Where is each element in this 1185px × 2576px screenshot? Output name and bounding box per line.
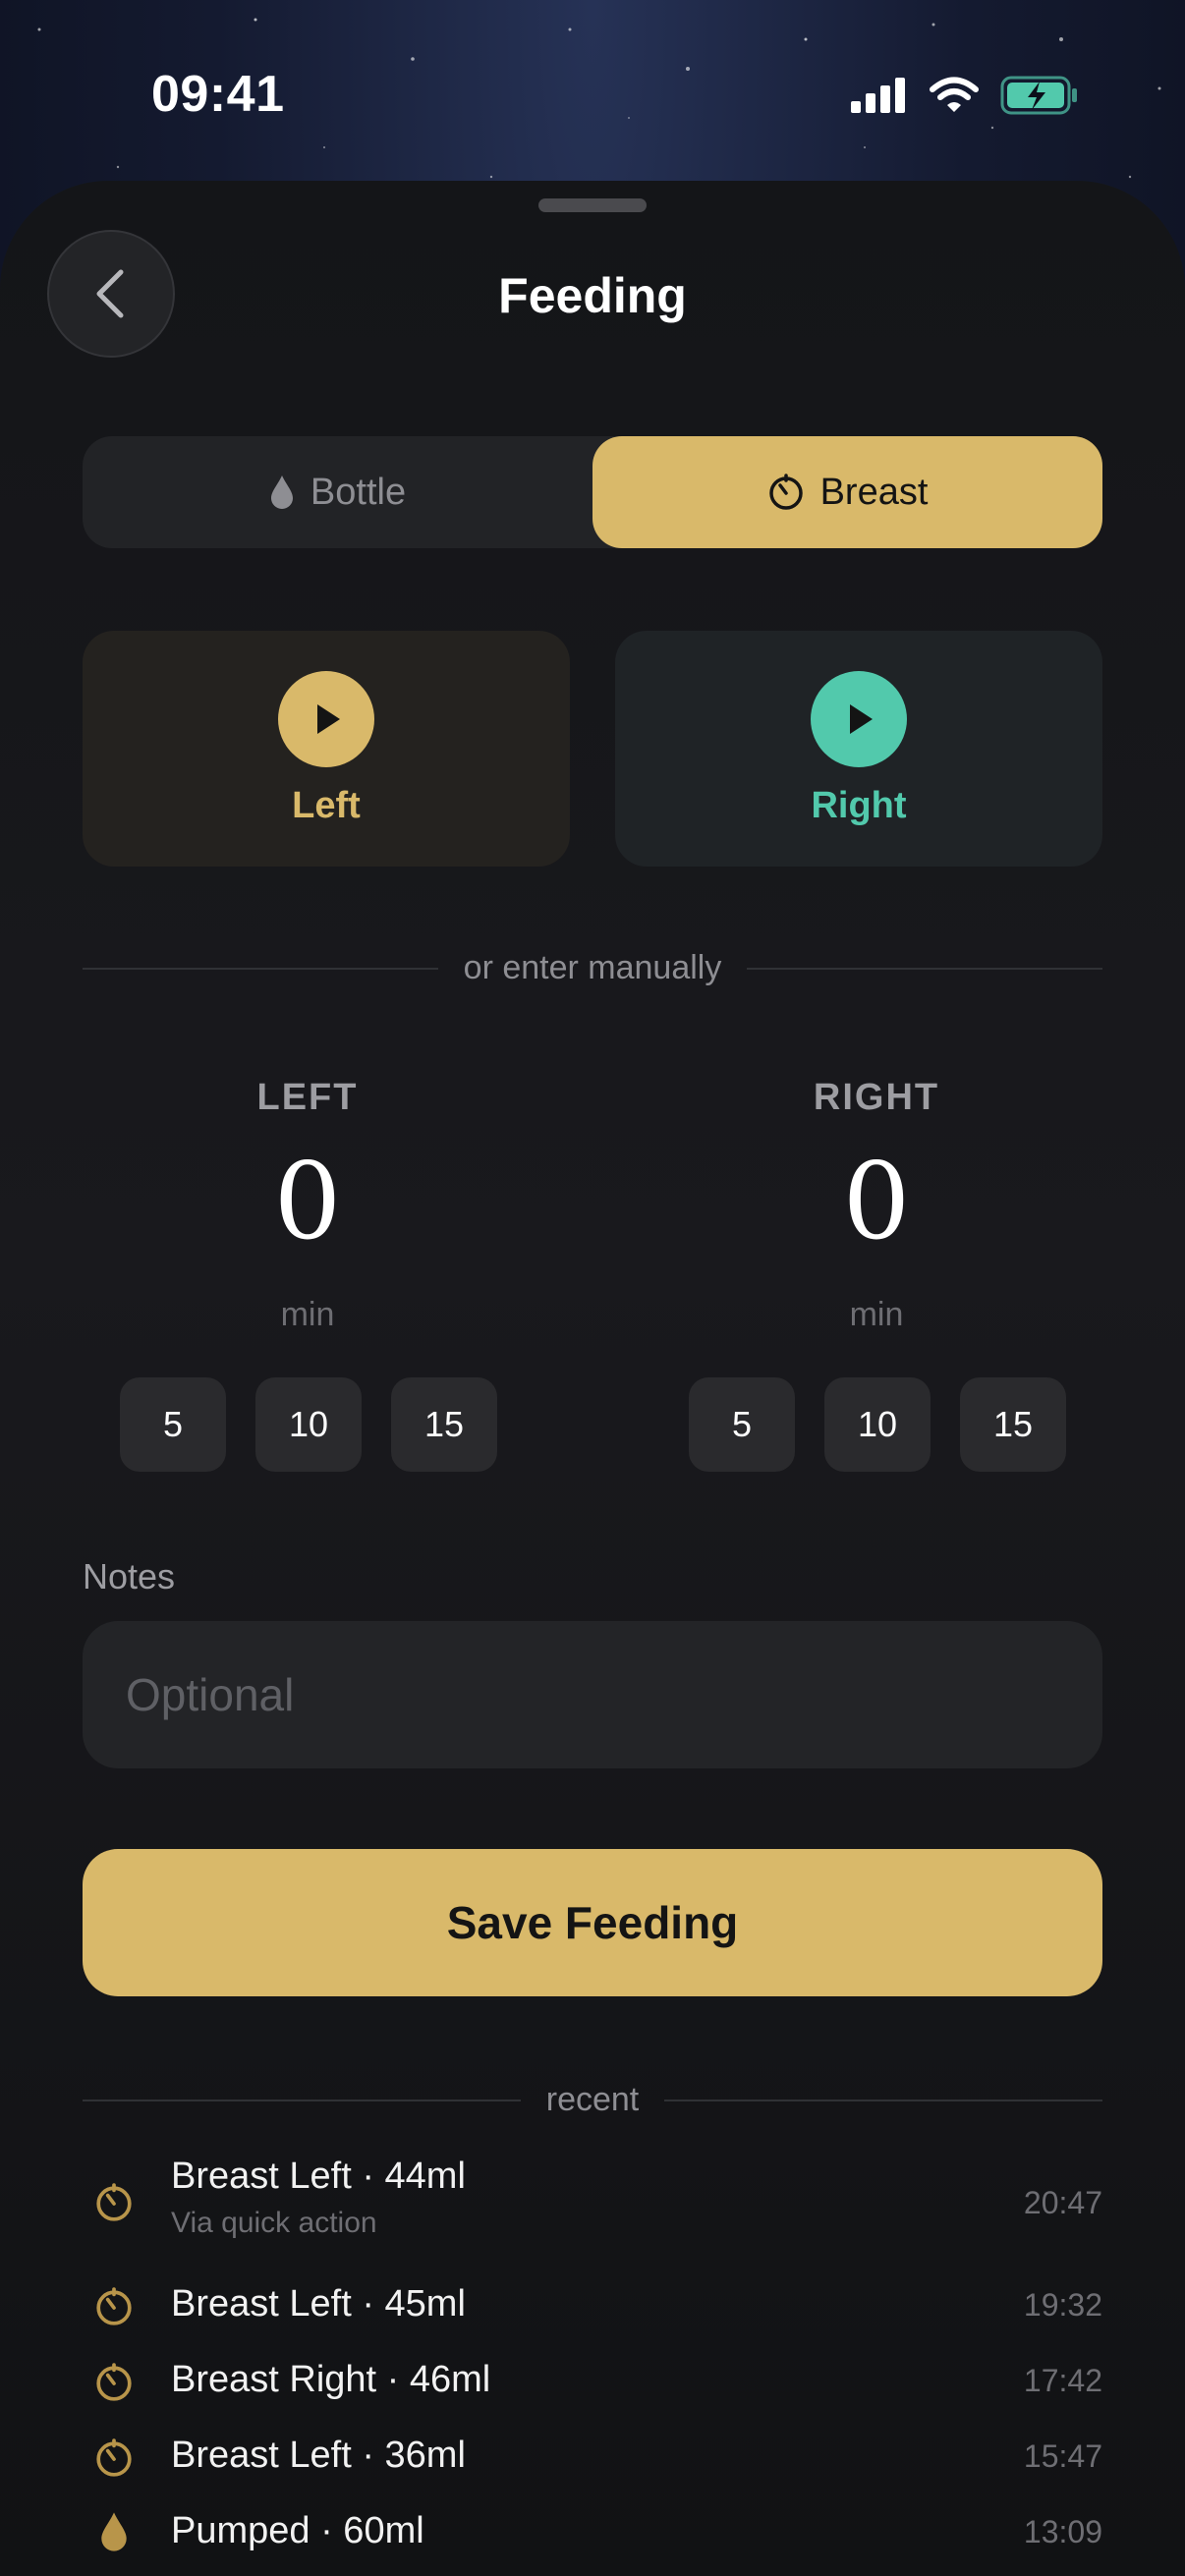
recent-item-title: Breast Left · 36ml (171, 2435, 466, 2476)
timer-icon (90, 2179, 138, 2226)
battery-charging-icon (1000, 76, 1077, 115)
drop-icon (90, 2508, 138, 2555)
timer-icon (768, 474, 803, 510)
timer-icon (90, 2283, 138, 2330)
start-left-timer-button[interactable]: Left (83, 631, 570, 867)
divider-line (664, 2099, 1102, 2101)
start-left-label: Left (292, 784, 361, 826)
play-icon-right (811, 670, 907, 767)
wifi-icon (930, 77, 979, 112)
notes-label: Notes (83, 1556, 176, 1596)
segment-bottle[interactable]: Bottle (83, 436, 592, 548)
segment-breast[interactable]: Breast (592, 436, 1102, 548)
recent-item[interactable]: Breast Left · 36ml 15:47 (83, 2427, 1102, 2495)
recent-divider: recent (83, 2081, 1102, 2119)
notes-input[interactable] (83, 1621, 1102, 1768)
recent-item-time: 17:42 (1023, 2363, 1102, 2398)
manual-right-value[interactable]: 0 (709, 1148, 1044, 1257)
segment-bottle-label: Bottle (310, 471, 407, 513)
recent-item-time: 20:47 (1023, 2185, 1102, 2220)
divider-line (83, 967, 438, 970)
manual-left-value[interactable]: 0 (141, 1148, 475, 1257)
sheet-grabber[interactable] (538, 198, 647, 212)
left-preset-5-button[interactable]: 5 (120, 1377, 226, 1472)
recent-item[interactable]: Breast Right · 46ml 17:42 (83, 2351, 1102, 2420)
timer-icon (90, 2435, 138, 2482)
right-preset-10-button[interactable]: 10 (824, 1377, 931, 1472)
status-time: 09:41 (151, 66, 285, 123)
manual-right-heading: RIGHT (813, 1077, 940, 1118)
status-icons (851, 73, 1079, 118)
save-feeding-button[interactable]: Save Feeding (83, 1849, 1102, 1996)
right-preset-row: 5 10 15 (689, 1377, 1066, 1472)
manual-right-column: RIGHT 0 min (709, 1077, 1044, 1334)
segment-breast-label: Breast (819, 471, 929, 513)
right-preset-15-button[interactable]: 15 (960, 1377, 1066, 1472)
cellular-signal-icon (851, 78, 905, 113)
start-right-label: Right (811, 784, 907, 826)
divider-line (747, 967, 1102, 970)
recent-item-time: 15:47 (1023, 2438, 1102, 2474)
recent-item-time: 13:09 (1023, 2514, 1102, 2549)
manual-left-heading: LEFT (256, 1077, 359, 1118)
feeding-type-segment: Bottle Breast (83, 436, 1102, 548)
page-title: Feeding (498, 268, 687, 323)
manual-divider-text: or enter manually (463, 949, 722, 986)
manual-divider: or enter manually (83, 949, 1102, 987)
recent-item-title: Breast Right · 46ml (171, 2359, 491, 2400)
screen: 09:41 Feeding Bottle Breast Left Right o… (0, 0, 1185, 2576)
left-preset-15-button[interactable]: 15 (391, 1377, 497, 1472)
recent-item-time: 19:32 (1023, 2287, 1102, 2323)
recent-item-title: Pumped · 60ml (171, 2510, 424, 2551)
start-right-timer-button[interactable]: Right (615, 631, 1102, 867)
manual-left-unit: min (280, 1296, 335, 1333)
recent-item-subtitle: Via quick action (171, 2207, 377, 2239)
manual-right-unit: min (849, 1296, 904, 1333)
recent-item-title: Breast Left · 45ml (171, 2283, 466, 2324)
recent-heading: recent (545, 2081, 640, 2118)
recent-item-title: Breast Left · 44ml (171, 2156, 466, 2197)
drop-icon (270, 476, 293, 509)
manual-left-column: LEFT 0 min (141, 1077, 475, 1334)
left-preset-row: 5 10 15 (120, 1377, 497, 1472)
right-preset-5-button[interactable]: 5 (689, 1377, 795, 1472)
recent-item[interactable]: Breast Left · 45ml 19:32 (83, 2275, 1102, 2344)
divider-line (83, 2099, 521, 2101)
recent-item[interactable]: Breast Left · 44ml Via quick action 20:4… (83, 2152, 1102, 2250)
left-preset-10-button[interactable]: 10 (255, 1377, 362, 1472)
recent-item[interactable]: Pumped · 60ml 13:09 (83, 2502, 1102, 2571)
timer-icon (90, 2359, 138, 2406)
play-icon-left (278, 670, 374, 767)
